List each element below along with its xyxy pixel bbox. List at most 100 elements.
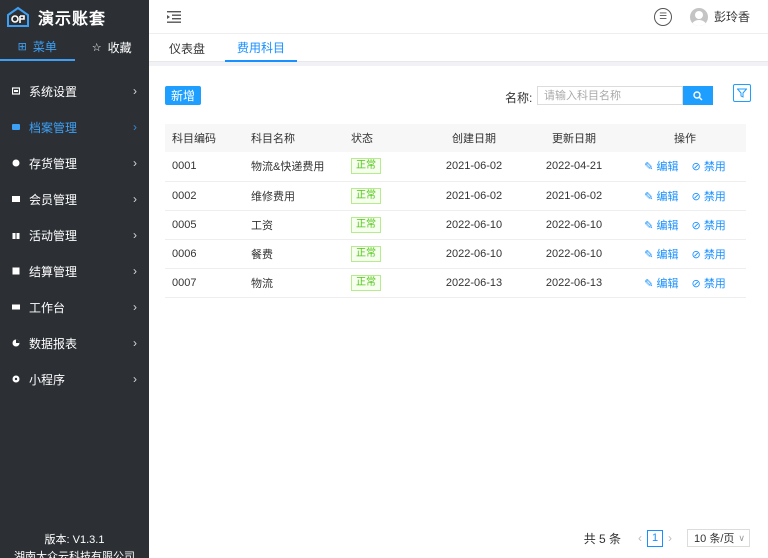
- sidebar: 演示账套 ⊞ 菜单 ☆ 收藏 系统设置 › 档案管理 › 存货管理 › 会员管理…: [0, 0, 149, 558]
- logo-row: 演示账套: [0, 0, 149, 34]
- main-content: 新增 名称: 科目编码 科目名称 状态 创建日期 更新日期 操作 0001 物流…: [149, 62, 768, 558]
- chevron-right-icon: ›: [133, 228, 137, 242]
- star-icon: ☆: [91, 42, 102, 54]
- table-row: 0007 物流 正常 2022-06-13 2022-06-13 ✎ 编辑 ⊘ …: [165, 268, 746, 297]
- chevron-right-icon: ›: [133, 120, 137, 134]
- edit-icon: ✎: [644, 248, 654, 261]
- report-icon: [12, 339, 20, 347]
- disable-link[interactable]: ⊘ 禁用: [692, 220, 726, 232]
- header-right: ☰ 彭玲香: [653, 7, 750, 26]
- filter-button[interactable]: [733, 84, 751, 102]
- app-title: 演示账套: [38, 11, 107, 28]
- tab-favorites[interactable]: ☆ 收藏: [75, 34, 150, 61]
- disable-label: 禁用: [703, 161, 726, 174]
- tab-expense-subjects[interactable]: 费用科目: [225, 34, 297, 62]
- edit-link[interactable]: ✎ 编辑: [644, 161, 678, 173]
- edit-link[interactable]: ✎ 编辑: [644, 278, 678, 290]
- sidebar-tabs: ⊞ 菜单 ☆ 收藏: [0, 34, 149, 61]
- disable-label: 禁用: [703, 219, 726, 232]
- cell-updated: 2022-06-10: [545, 218, 603, 231]
- disable-label: 禁用: [703, 277, 726, 290]
- sidebar-item-activity[interactable]: 活动管理 ›: [0, 217, 149, 253]
- sidebar-item-label: 工作台: [29, 300, 66, 315]
- table-row: 0002 维修费用 正常 2021-06-02 2021-06-02 ✎ 编辑 …: [165, 181, 746, 210]
- chevron-right-icon: ›: [133, 300, 137, 314]
- miniprogram-icon: [12, 375, 20, 383]
- cell-name: 餐费: [251, 248, 273, 261]
- search-icon: [693, 90, 703, 100]
- sidebar-item-member[interactable]: 会员管理 ›: [0, 181, 149, 217]
- column-header: 状态: [351, 133, 373, 145]
- cell-code: 0005: [172, 218, 197, 231]
- cell-code: 0007: [172, 276, 197, 289]
- filter-icon: [737, 88, 747, 98]
- cell-ops: ✎ 编辑 ⊘ 禁用: [624, 152, 746, 181]
- disable-link[interactable]: ⊘ 禁用: [692, 249, 726, 261]
- edit-link[interactable]: ✎ 编辑: [644, 249, 678, 261]
- sidebar-item-label: 小程序: [29, 372, 66, 387]
- table-header-row: 科目编码 科目名称 状态 创建日期 更新日期 操作: [165, 124, 746, 152]
- search-button[interactable]: [683, 86, 713, 105]
- search-label: 名称:: [505, 91, 533, 105]
- chevron-left-icon[interactable]: ‹: [638, 531, 642, 545]
- avatar[interactable]: [689, 7, 708, 26]
- more-menu-icon[interactable]: ☰: [653, 7, 672, 26]
- cell-code: 0001: [172, 160, 197, 173]
- sidebar-item-inventory[interactable]: 存货管理 ›: [0, 145, 149, 181]
- disable-link[interactable]: ⊘ 禁用: [692, 278, 726, 290]
- disable-link[interactable]: ⊘ 禁用: [692, 161, 726, 173]
- total-count: 共 5 条: [583, 531, 622, 546]
- chevron-right-icon: ›: [133, 192, 137, 206]
- disable-link[interactable]: ⊘ 禁用: [692, 191, 726, 203]
- chevron-right-icon: ›: [133, 336, 137, 350]
- cell-status: 正常: [344, 152, 424, 181]
- cell-status: 正常: [344, 210, 424, 239]
- pagination: 共 5 条 ‹ 1 › 10 条/页 ∨: [584, 529, 750, 547]
- sidebar-item-archive[interactable]: 档案管理 ›: [0, 109, 149, 145]
- page-size-select[interactable]: 10 条/页 ∨: [687, 529, 750, 547]
- sidebar-item-label: 结算管理: [29, 264, 78, 279]
- chevron-down-icon: ∨: [738, 532, 745, 543]
- cell-created: 2021-06-02: [445, 160, 503, 173]
- cell-ops: ✎ 编辑 ⊘ 禁用: [624, 181, 746, 210]
- add-button[interactable]: 新增: [165, 86, 202, 105]
- collapse-menu-icon[interactable]: [167, 10, 181, 23]
- tab-menu[interactable]: ⊞ 菜单: [0, 34, 75, 61]
- tab-dashboard[interactable]: 仪表盘: [151, 34, 223, 62]
- column-header: 科目编码: [172, 133, 216, 145]
- page-number-current[interactable]: 1: [647, 529, 664, 547]
- edit-icon: ✎: [644, 161, 654, 174]
- status-badge: 正常: [351, 245, 381, 262]
- edit-icon: ✎: [644, 190, 654, 203]
- sidebar-item-system-settings[interactable]: 系统设置 ›: [0, 73, 149, 109]
- cell-code: 0006: [172, 247, 197, 260]
- search-input[interactable]: [537, 86, 683, 105]
- member-icon: [12, 196, 20, 202]
- chevron-right-icon[interactable]: ›: [668, 531, 672, 545]
- version-text: 版本: V1.3.1: [44, 534, 105, 546]
- column-header: 科目名称: [251, 133, 295, 145]
- username[interactable]: 彭玲香: [714, 8, 750, 25]
- chevron-right-icon: ›: [133, 84, 137, 98]
- edit-link[interactable]: ✎ 编辑: [644, 191, 678, 203]
- disable-icon: ⊘: [691, 190, 701, 203]
- toolbar: 新增 名称:: [165, 84, 752, 108]
- cell-name: 工资: [251, 219, 273, 232]
- inventory-icon: [12, 159, 20, 167]
- table-row: 0006 餐费 正常 2022-06-10 2022-06-10 ✎ 编辑 ⊘ …: [165, 239, 746, 268]
- edit-link[interactable]: ✎ 编辑: [644, 220, 678, 232]
- cell-created: 2021-06-02: [445, 189, 503, 202]
- cell-name: 维修费用: [251, 190, 295, 203]
- disable-icon: ⊘: [691, 161, 701, 174]
- edit-label: 编辑: [656, 248, 679, 261]
- sidebar-item-workbench[interactable]: 工作台 ›: [0, 289, 149, 325]
- sidebar-item-reports[interactable]: 数据报表 ›: [0, 325, 149, 361]
- tab-menu-label: 菜单: [32, 40, 57, 54]
- cell-updated: 2022-04-21: [545, 160, 603, 173]
- sidebar-item-miniprogram[interactable]: 小程序 ›: [0, 361, 149, 397]
- logo-icon: [7, 6, 29, 27]
- page-tabs: 仪表盘 费用科目: [149, 34, 768, 62]
- edit-label: 编辑: [656, 161, 679, 174]
- sidebar-item-settlement[interactable]: 结算管理 ›: [0, 253, 149, 289]
- disable-icon: ⊘: [691, 248, 701, 261]
